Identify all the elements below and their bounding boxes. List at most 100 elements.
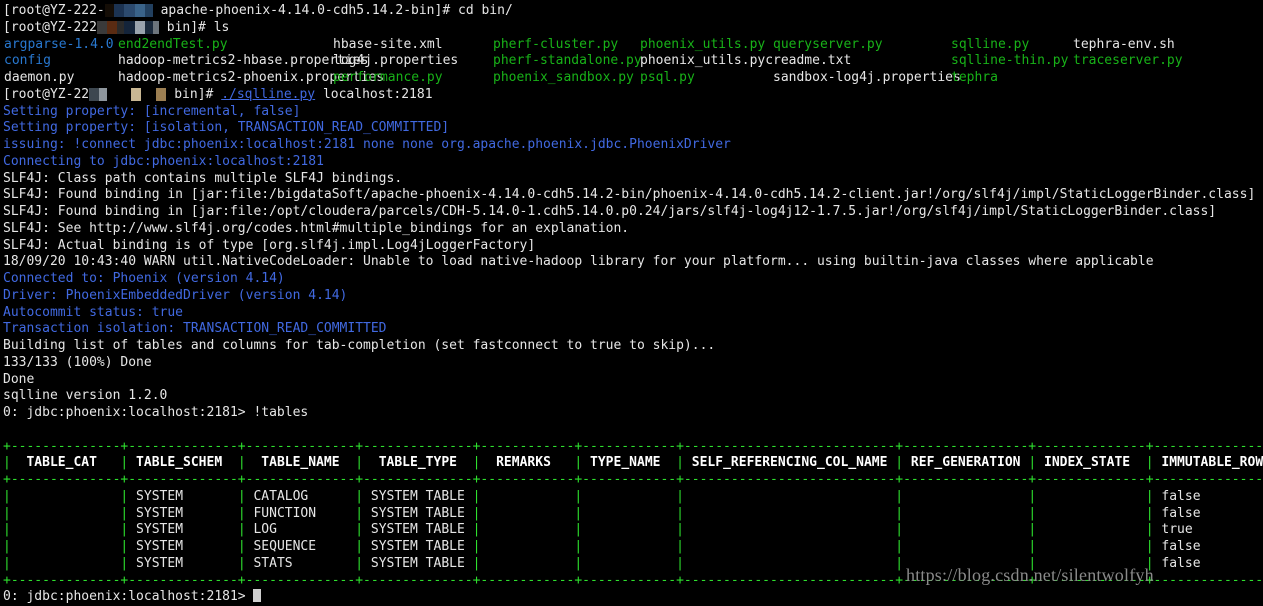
- ls-entry: end2endTest.py: [118, 36, 228, 52]
- table-cell: SYSTEM: [128, 488, 238, 504]
- log-line: Transaction isolation: TRANSACTION_READ_…: [3, 321, 387, 337]
- table-header-cell: TABLE_NAME: [245, 455, 356, 471]
- log-line: SLF4J: Actual binding is of type [org.sl…: [3, 237, 536, 253]
- table-column-separator: |: [1028, 488, 1037, 504]
- sqlline-prompt-tables: 0: jdbc:phoenix:localhost:2181> !tables: [3, 405, 1263, 422]
- ls-entry: daemon.py: [4, 70, 75, 85]
- log-line: Setting property: [isolation, TRANSACTIO…: [3, 120, 450, 136]
- ls-output: argparse-1.4.0 end2endTest.py hbase-site.x…: [3, 37, 1263, 87]
- table-cell: false: [1161, 539, 1201, 554]
- table-cell: SYSTEM TABLE: [363, 522, 473, 538]
- table-header-cell: REMARKS: [480, 455, 575, 471]
- ls-row: daemon.py hadoop-metrics2-phoenix.propert…: [3, 70, 1263, 87]
- table-column-separator: |: [237, 505, 246, 521]
- table-column-separator: |: [676, 555, 684, 571]
- sqlline-prompt-text: 0: jdbc:phoenix:localhost:2181>: [3, 405, 254, 420]
- prompt-line-cd: [root@YZ-222- apache-phoenix-4.14.0-cdh5…: [3, 3, 1263, 20]
- table-column-separator: |: [3, 488, 11, 504]
- table-cell: false: [1161, 505, 1201, 521]
- table-column-separator: |: [895, 505, 904, 521]
- table-cell: [582, 506, 676, 521]
- table-cell: [1036, 522, 1146, 537]
- ls-entry: argparse-1.4.0: [4, 36, 114, 52]
- table-column-separator: |: [676, 522, 684, 538]
- table-cell: [582, 539, 676, 554]
- prompt-suffix: bin]#: [166, 86, 222, 102]
- table-cell: false: [1161, 488, 1201, 504]
- prompt-suffix: bin]#: [158, 19, 214, 35]
- ls-entry: pherf-cluster.py: [493, 36, 619, 52]
- table-column-separator: |: [1028, 522, 1037, 538]
- prompt-gap: [115, 87, 131, 102]
- ls-entry: hadoop-metrics2-hbase.properties: [118, 53, 369, 69]
- table-cell: [480, 506, 574, 521]
- table-header-cell: TABLE_TYPE: [363, 455, 473, 471]
- prompt-line-sqlline: [root@YZ-22 bin]# ./sqlline.py localhost…: [3, 87, 1263, 104]
- redaction-block-icon: [89, 87, 116, 101]
- ls-entry: phoenix_utils.pyc: [640, 53, 774, 69]
- redaction-block-icon: [130, 87, 141, 101]
- table-column-separator: |: [1145, 539, 1154, 554]
- redaction-block-icon: [104, 4, 153, 17]
- table-cell: true: [1161, 522, 1193, 538]
- ls-entry: traceserver.py: [1073, 53, 1183, 69]
- sqlline-prompt-text: 0: jdbc:phoenix:localhost:2181>: [3, 589, 254, 605]
- prompt-prefix: [root@YZ-22: [3, 86, 90, 102]
- ls-entry: hbase-site.xml: [333, 36, 443, 52]
- table-column-separator: |: [1145, 488, 1154, 504]
- ls-entry: phoenix_utils.py: [640, 36, 766, 52]
- table-rule: +--------------+--------------+---------…: [3, 438, 1263, 454]
- log-output: Setting property: [incremental, false] Se…: [3, 104, 1263, 406]
- table-column-separator: |: [676, 455, 684, 471]
- ls-entry: sqlline-thin.py: [951, 53, 1069, 69]
- prompt-prefix: [root@YZ-222: [3, 19, 97, 35]
- table-cell: SYSTEM: [128, 555, 238, 571]
- ls-entry: psql.py: [640, 70, 695, 85]
- command-ls: ls: [213, 19, 230, 35]
- text-cursor[interactable]: [253, 589, 262, 603]
- terminal-window[interactable]: [root@YZ-222- apache-phoenix-4.14.0-cdh5…: [0, 0, 1263, 604]
- log-line: Done: [3, 371, 35, 387]
- table-column-separator: |: [1145, 522, 1154, 538]
- ls-entry: readme.txt: [773, 53, 852, 69]
- table-cell: [684, 489, 895, 504]
- table-cell: [903, 489, 1028, 504]
- table-header-cell: TYPE_NAME: [582, 455, 677, 471]
- table-rule: +--------------+--------------+---------…: [3, 572, 1263, 588]
- table-cell: SYSTEM: [128, 522, 238, 538]
- table-column-separator: |: [895, 455, 904, 471]
- table-column-separator: |: [355, 555, 364, 571]
- sqlline-command: !tables: [253, 405, 309, 420]
- table-cell: [582, 489, 676, 504]
- table-cell: SYSTEM TABLE: [363, 539, 473, 554]
- table-column-separator: |: [1145, 555, 1154, 571]
- log-line: Setting property: [incremental, false]: [3, 103, 301, 119]
- table-cell: SYSTEM TABLE: [363, 488, 473, 504]
- table-cell: [11, 489, 121, 504]
- table-cell: [903, 522, 1028, 537]
- ls-entry: queryserver.py: [773, 36, 883, 52]
- table-column-separator: |: [676, 505, 684, 521]
- table-cell: SYSTEM: [128, 539, 238, 554]
- table-column-separator: |: [355, 522, 364, 538]
- table-cell: [1036, 539, 1146, 554]
- ls-entry: sandbox-log4j.properties: [773, 70, 961, 85]
- redaction-block-icon: [156, 87, 167, 101]
- table-cell: [480, 522, 574, 537]
- table-column-separator: |: [895, 522, 904, 538]
- prompt-suffix: apache-phoenix-4.14.0-cdh5.14.2-bin]#: [152, 3, 458, 18]
- table-column-separator: |: [237, 555, 246, 571]
- table-cell: [684, 539, 895, 554]
- results-table: +--------------+--------------+---------…: [3, 439, 1263, 590]
- log-line: Connecting to jdbc:phoenix:localhost:218…: [3, 153, 324, 169]
- table-column-separator: |: [676, 488, 684, 504]
- ls-entry: performance.py: [333, 70, 443, 85]
- table-column-separator: |: [237, 455, 246, 471]
- table-column-separator: |: [1145, 455, 1154, 471]
- ls-entry: sqlline.py: [951, 36, 1030, 52]
- log-line: issuing: !connect jdbc:phoenix:localhost…: [3, 137, 731, 152]
- log-line: Driver: PhoenixEmbeddedDriver (version 4…: [3, 287, 348, 303]
- prompt-line-ls: [root@YZ-222 bin]# ls: [3, 20, 1263, 37]
- log-line: SLF4J: Found binding in [jar:file:/opt/c…: [3, 204, 1217, 219]
